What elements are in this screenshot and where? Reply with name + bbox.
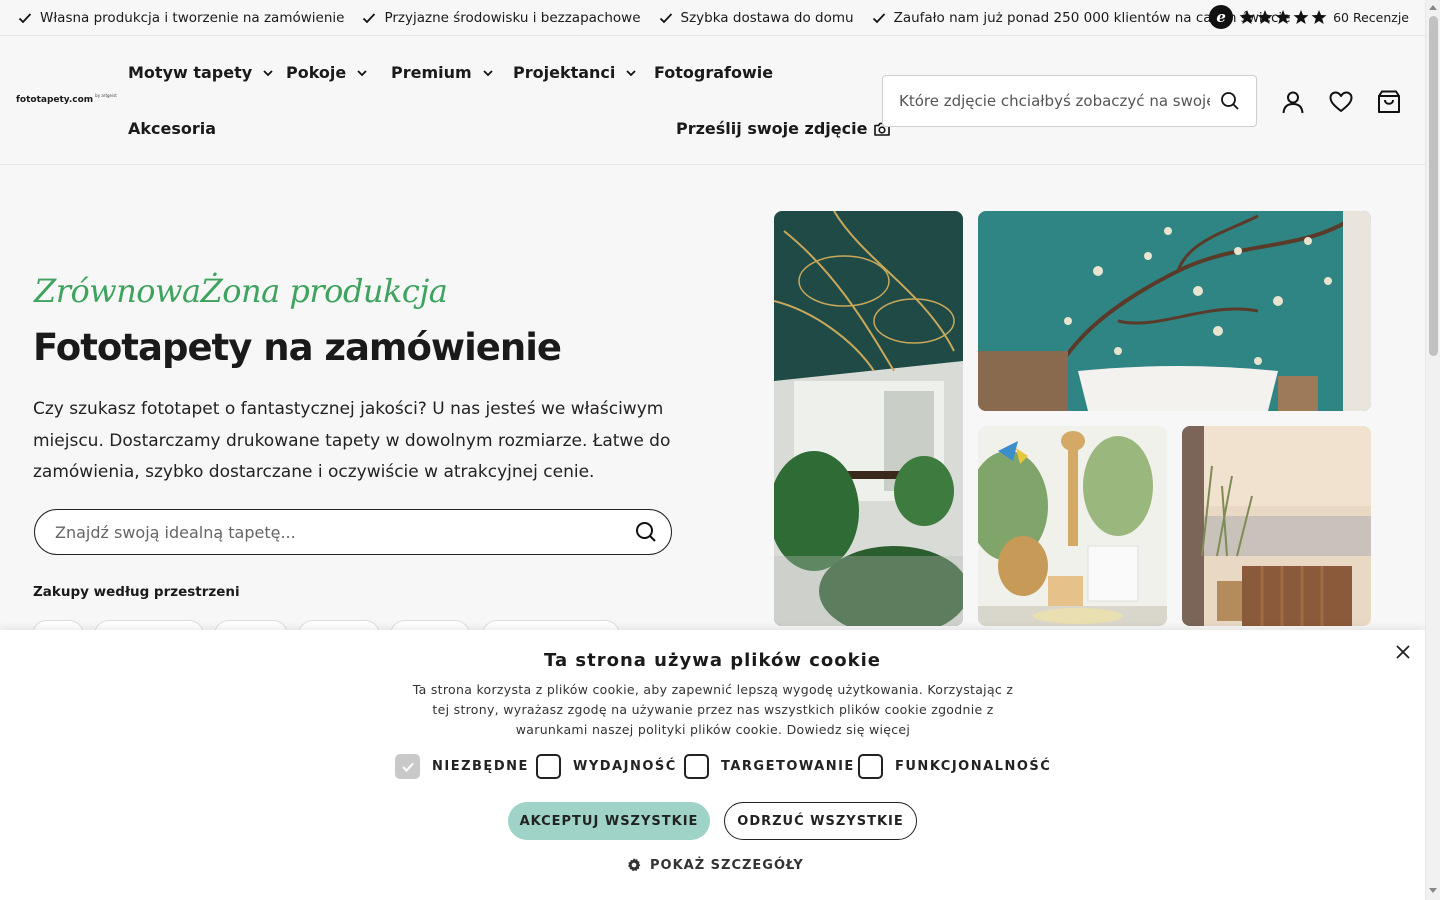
logo-tag: by artgeist xyxy=(95,93,117,98)
nav-fotografowie[interactable]: Fotografowie xyxy=(654,63,773,82)
blossom-bathroom-image xyxy=(978,211,1371,411)
spaces-label: Zakupy według przestrzeni xyxy=(33,584,240,600)
check-icon xyxy=(872,12,885,23)
jungle-kids-room-image xyxy=(978,426,1167,626)
reviews-count: 60 Recenzje xyxy=(1333,9,1409,25)
option-label: NIEZBĘDNE xyxy=(432,759,529,774)
scroll-thumb[interactable] xyxy=(1429,16,1438,356)
nav-upload-photo[interactable]: Prześlij swoje zdjęcie xyxy=(676,119,891,138)
header-search-input[interactable] xyxy=(899,92,1210,110)
nav-label: Motyw tapety xyxy=(128,63,253,82)
star-icon xyxy=(1257,10,1273,24)
cart-icon[interactable] xyxy=(1376,89,1402,115)
rating-stars xyxy=(1239,9,1327,25)
cookie-title: Ta strona używa plików cookie xyxy=(544,650,881,671)
reject-all-button[interactable]: ODRZUĆ WSZYSTKIE xyxy=(724,802,917,840)
usp-text: Szybka dostawa do domu xyxy=(680,9,854,26)
checkbox[interactable] xyxy=(858,754,883,779)
chevron-down-icon xyxy=(357,69,367,76)
nav-label: Premium xyxy=(391,63,472,82)
hero-search-input[interactable] xyxy=(55,522,635,542)
hero-description: Czy szukasz fototapet o fantastycznej ja… xyxy=(33,399,671,482)
tropical-ceiling-image xyxy=(774,211,963,626)
cookie-option-targeting[interactable]: TARGETOWANIE xyxy=(684,754,855,779)
usp-item: Własna produkcja i tworzenie na zamówien… xyxy=(18,10,344,26)
page-scrollbar[interactable] xyxy=(1425,0,1440,900)
gallery-image-blossom-bathroom[interactable] xyxy=(978,211,1371,411)
usp-item: Szybka dostawa do domu xyxy=(659,10,854,26)
chevron-down-icon xyxy=(483,69,493,76)
checkbox-checked[interactable] xyxy=(395,754,420,779)
nav-pokoje[interactable]: Pokoje xyxy=(286,63,368,82)
site-logo[interactable]: fototapety.com by artgeist xyxy=(16,93,117,105)
usp-item: Przyjazne środowisku i bezzapachowe xyxy=(362,9,641,26)
nav-label: Pokoje xyxy=(286,63,347,82)
option-label: TARGETOWANIE xyxy=(721,759,855,774)
account-icon[interactable] xyxy=(1280,89,1306,115)
gear-icon xyxy=(628,858,641,872)
checkbox[interactable] xyxy=(536,754,561,779)
nav-premium[interactable]: Premium xyxy=(391,63,494,82)
nav-label: Projektanci xyxy=(513,63,616,82)
chevron-down-icon xyxy=(263,69,273,76)
cookie-option-functionality[interactable]: FUNKCJONALNOŚĆ xyxy=(858,754,1051,779)
trusted-shops-logo: e xyxy=(1209,5,1234,29)
trusted-shops-rating[interactable]: e 60 Recenzje xyxy=(1209,5,1409,29)
nav-label: Fotografowie xyxy=(654,63,774,82)
search-icon[interactable] xyxy=(1220,91,1240,111)
logo-name: fototapety.com xyxy=(16,95,94,105)
star-icon xyxy=(1239,10,1255,24)
check-icon xyxy=(401,762,414,772)
close-icon[interactable] xyxy=(1395,644,1411,660)
search-icon[interactable] xyxy=(635,521,657,543)
nav-motywy[interactable]: Motyw tapety xyxy=(128,63,274,82)
star-icon xyxy=(1275,10,1291,24)
option-label: FUNKCJONALNOŚĆ xyxy=(895,759,1052,774)
accept-all-button[interactable]: AKCEPTUJ WSZYSTKIE xyxy=(508,802,710,840)
gallery-image-jungle-kids-room[interactable] xyxy=(978,426,1167,626)
star-icon xyxy=(1293,10,1309,24)
nav-projektanci[interactable]: Projektanci xyxy=(513,63,637,82)
checkbox[interactable] xyxy=(684,754,709,779)
gallery-image-tropical-ceiling[interactable] xyxy=(774,211,963,626)
cookie-option-necessary[interactable]: NIEZBĘDNE xyxy=(395,754,529,779)
usp-text: Własna produkcja i tworzenie na zamówien… xyxy=(40,9,345,26)
chevron-down-icon xyxy=(626,69,637,76)
beach-dunes-image xyxy=(1182,426,1371,626)
site-header: fototapety.com by artgeist Motyw tapety … xyxy=(0,37,1425,165)
check-icon xyxy=(18,12,32,23)
hero-subtitle: ZrównowaŻona produkcja xyxy=(34,272,448,310)
header-search[interactable] xyxy=(882,75,1257,127)
show-details-button[interactable]: POKAŻ SZCZEGÓŁY xyxy=(626,857,804,873)
hero-title: Fototapety na zamówienie xyxy=(33,326,562,369)
star-icon xyxy=(1311,10,1327,24)
gallery-image-beach-dunes[interactable] xyxy=(1182,426,1371,626)
cookie-banner: Ta strona używa plików cookie Ta strona … xyxy=(0,630,1425,900)
option-label: WYDAJNOŚĆ xyxy=(573,759,677,774)
nav-label: Prześlij swoje zdjęcie xyxy=(676,119,868,138)
nav-akcesoria[interactable]: Akcesoria xyxy=(128,119,216,138)
cookie-text: Ta strona korzysta z plików cookie, aby … xyxy=(412,682,1014,737)
usp-bar: Własna produkcja i tworzenie na zamówien… xyxy=(0,0,1425,36)
check-icon xyxy=(659,12,672,23)
usp-text: Przyjazne środowisku i bezzapachowe xyxy=(384,9,641,26)
check-icon xyxy=(363,12,376,23)
cookie-option-performance[interactable]: WYDAJNOŚĆ xyxy=(536,754,677,779)
heart-icon[interactable] xyxy=(1328,89,1354,115)
nav-label: Akcesoria xyxy=(128,119,217,138)
details-label: POKAŻ SZCZEGÓŁY xyxy=(650,857,804,873)
scroll-up-arrow[interactable] xyxy=(1429,5,1437,10)
hero-search[interactable] xyxy=(34,509,672,555)
scroll-down-arrow[interactable] xyxy=(1429,888,1437,893)
